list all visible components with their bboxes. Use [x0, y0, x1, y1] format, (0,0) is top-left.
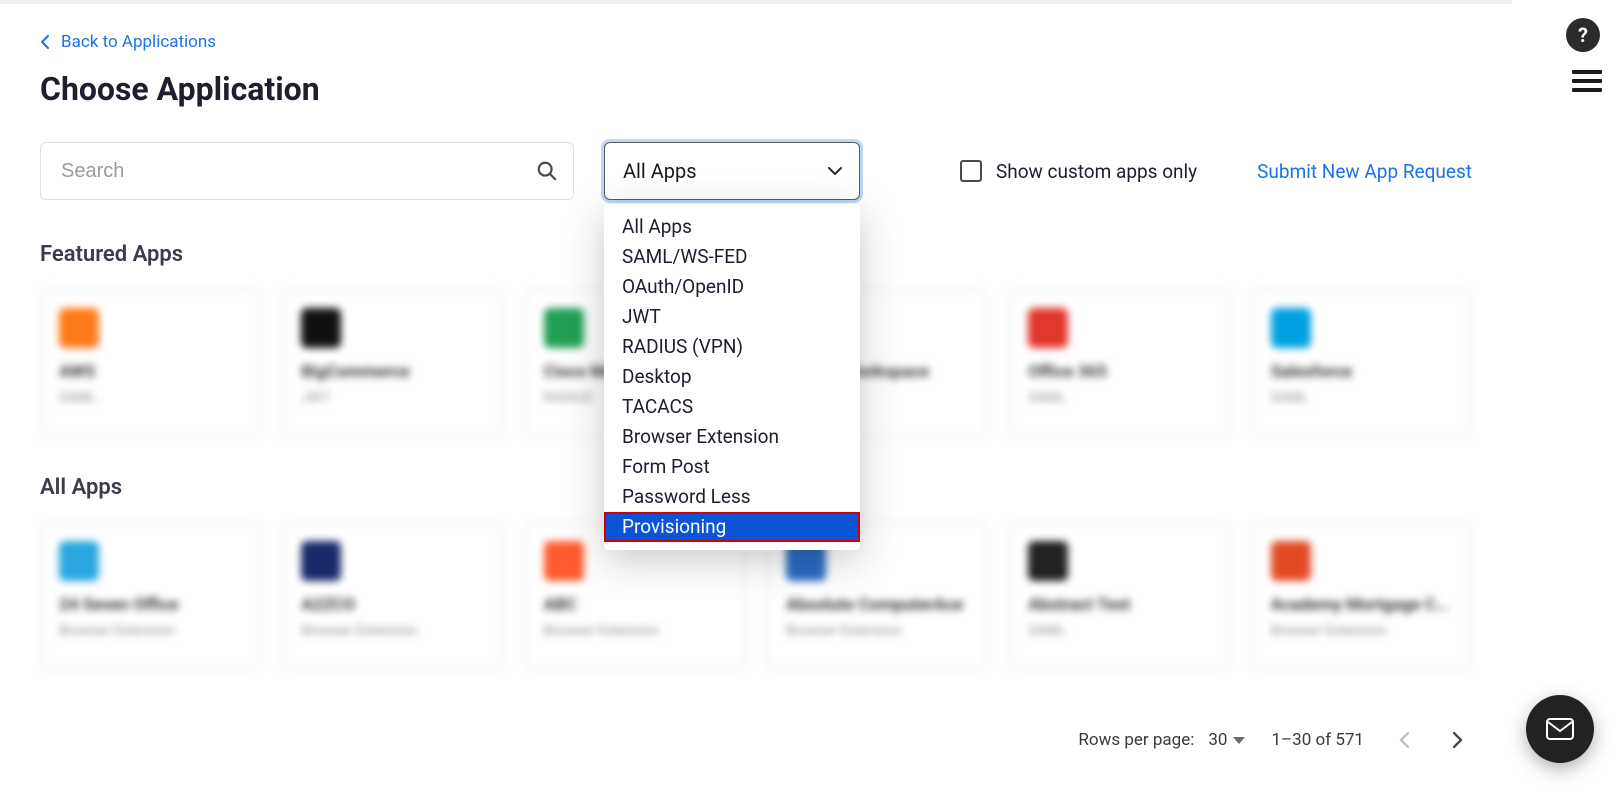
page-size-select[interactable]: 30	[1208, 730, 1245, 750]
hamburger-bar-icon	[1572, 88, 1602, 92]
app-icon	[1271, 308, 1311, 348]
app-card[interactable]: Abstract Test SAML	[1009, 522, 1229, 670]
app-protocol: Browser Extension	[786, 623, 968, 639]
show-custom-apps-label: Show custom apps only	[996, 160, 1197, 183]
chevron-left-icon	[40, 35, 49, 49]
rows-per-page: Rows per page: 30	[1078, 730, 1245, 750]
app-card[interactable]: A2ZCO Browser Extension	[282, 522, 502, 670]
app-icon	[1028, 541, 1068, 581]
hamburger-bar-icon	[1572, 79, 1602, 83]
app-card[interactable]: Academy Mortgage C… Browser Extension	[1252, 522, 1472, 670]
app-protocol: Browser Extension	[544, 623, 726, 639]
app-card[interactable]: AWS SAML	[40, 289, 260, 437]
app-name: A2ZCO	[301, 595, 483, 615]
app-protocol: JWT	[301, 390, 483, 406]
app-name: 24 Seven Office	[59, 595, 241, 615]
app-icon	[301, 541, 341, 581]
app-protocol: Browser Extension	[1271, 623, 1453, 639]
search-input[interactable]	[40, 142, 574, 200]
app-name: AWS	[59, 362, 241, 382]
app-icon	[59, 308, 99, 348]
dropdown-option[interactable]: TACACS	[604, 392, 860, 422]
app-icon	[1271, 541, 1311, 581]
app-protocol: Browser Extension	[59, 623, 241, 639]
search-field-wrap	[40, 142, 574, 200]
app-protocol: SAML	[1028, 390, 1210, 406]
submit-new-app-link[interactable]: Submit New App Request	[1257, 160, 1472, 183]
app-card[interactable]: BigCommerce JWT	[282, 289, 502, 437]
menu-button[interactable]	[1572, 70, 1602, 92]
search-icon[interactable]	[536, 160, 558, 182]
app-icon	[301, 308, 341, 348]
controls-row: All Apps All AppsSAML/WS-FEDOAuth/OpenID…	[40, 142, 1472, 200]
app-card[interactable]: 24 Seven Office Browser Extension	[40, 522, 260, 670]
app-name: ABC	[544, 595, 726, 615]
back-to-applications-link[interactable]: Back to Applications	[40, 32, 216, 52]
app-name: Office 365	[1028, 362, 1210, 382]
app-icon	[544, 541, 584, 581]
app-protocol: SAML	[59, 390, 241, 406]
dropdown-option[interactable]: Provisioning	[604, 512, 860, 542]
page-title: Choose Application	[40, 70, 1472, 108]
page-size-value: 30	[1208, 730, 1227, 750]
chevron-down-icon	[828, 167, 842, 175]
app-name: Abstract Test	[1028, 595, 1210, 615]
dropdown-option[interactable]: RADIUS (VPN)	[604, 332, 860, 362]
checkbox-box-icon	[960, 160, 982, 182]
app-name: Salesforce	[1271, 362, 1453, 382]
dropdown-option[interactable]: JWT	[604, 302, 860, 332]
dropdown-option[interactable]: All Apps	[604, 212, 860, 242]
dropdown-option[interactable]: OAuth/OpenID	[604, 272, 860, 302]
app-card[interactable]: Salesforce SAML	[1252, 289, 1472, 437]
back-link-text: Back to Applications	[61, 32, 216, 52]
help-icon: ?	[1578, 23, 1588, 47]
pager: Rows per page: 30 1–30 of 571	[40, 708, 1472, 794]
app-protocol: SAML	[1028, 623, 1210, 639]
app-name: Academy Mortgage C…	[1271, 595, 1453, 615]
dropdown-option[interactable]: Password Less	[604, 482, 860, 512]
dropdown-option[interactable]: Browser Extension	[604, 422, 860, 452]
page-range-text: 1–30 of 571	[1271, 730, 1364, 750]
show-custom-apps-checkbox[interactable]: Show custom apps only	[960, 160, 1197, 183]
dropdown-option[interactable]: Desktop	[604, 362, 860, 392]
help-button[interactable]: ?	[1566, 18, 1600, 52]
page-next-button[interactable]	[1444, 726, 1472, 754]
chat-fab-button[interactable]	[1526, 695, 1594, 763]
app-type-filter-value: All Apps	[623, 159, 697, 183]
app-type-filter-wrap: All Apps All AppsSAML/WS-FEDOAuth/OpenID…	[604, 142, 860, 200]
app-icon	[544, 308, 584, 348]
page-prev-button[interactable]	[1390, 726, 1418, 754]
app-icon	[1028, 308, 1068, 348]
app-protocol: Browser Extension	[301, 623, 483, 639]
mail-icon	[1546, 718, 1574, 740]
rows-per-page-label: Rows per page:	[1078, 730, 1194, 750]
dropdown-option[interactable]: SAML/WS-FED	[604, 242, 860, 272]
app-protocol: SAML	[1271, 390, 1453, 406]
app-type-filter[interactable]: All Apps	[604, 142, 860, 200]
app-name: Absolute ComputerAce	[786, 595, 968, 615]
app-type-dropdown: All AppsSAML/WS-FEDOAuth/OpenIDJWTRADIUS…	[604, 204, 860, 550]
caret-down-icon	[1233, 737, 1245, 744]
app-name: BigCommerce	[301, 362, 483, 382]
hamburger-bar-icon	[1572, 70, 1602, 74]
dropdown-option[interactable]: Form Post	[604, 452, 860, 482]
app-card[interactable]: Office 365 SAML	[1009, 289, 1229, 437]
app-icon	[59, 541, 99, 581]
